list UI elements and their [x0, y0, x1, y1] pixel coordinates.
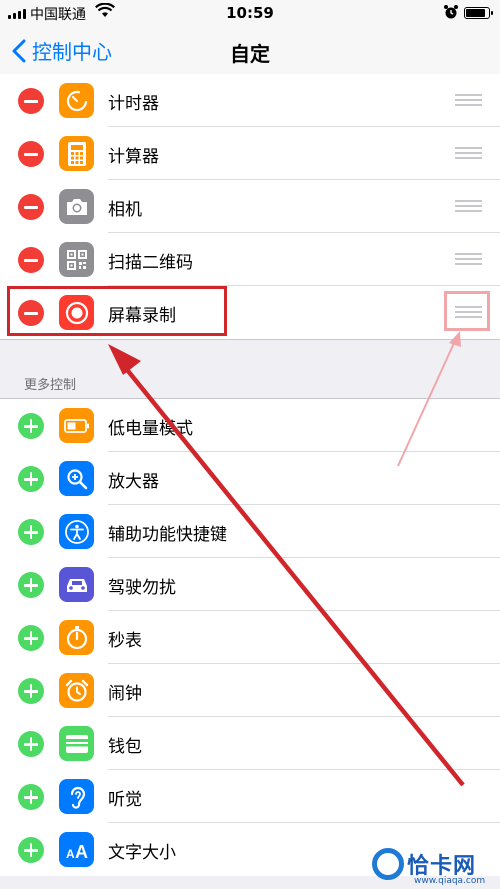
- section-header-more-controls: 更多控制: [24, 378, 77, 393]
- add-stopwatch-button[interactable]: [18, 625, 44, 651]
- control-label: 相机: [108, 200, 142, 220]
- magnifier-icon: [59, 461, 94, 496]
- control-row-low-power: 低电量模式: [0, 399, 500, 452]
- add-low-power-button[interactable]: [18, 413, 44, 439]
- control-row-camera: 相机: [0, 180, 500, 233]
- add-accessibility-shortcut-button[interactable]: [18, 519, 44, 545]
- control-row-alarm: 闹钟: [0, 664, 500, 717]
- wallet-icon: [59, 726, 94, 761]
- status-bar: 中国联通 10:59: [0, 0, 500, 26]
- control-label: 辅助功能快捷键: [108, 525, 227, 545]
- section-divider: [0, 339, 500, 340]
- control-row-wallet: 钱包: [0, 717, 500, 770]
- battery-icon: [464, 7, 493, 19]
- control-label: 计时器: [108, 94, 159, 114]
- calculator-icon: [59, 136, 94, 171]
- ear-icon: [59, 779, 94, 814]
- add-do-not-disturb-driving-button[interactable]: [18, 572, 44, 598]
- highlight-box-reorder-handle: [444, 291, 490, 331]
- text-size-icon: AA: [59, 832, 94, 867]
- svg-text:A: A: [66, 847, 75, 861]
- control-row-do-not-disturb-driving: 驾驶勿扰: [0, 558, 500, 611]
- control-row-accessibility-shortcut: 辅助功能快捷键: [0, 505, 500, 558]
- control-row-stopwatch: 秒表: [0, 611, 500, 664]
- reorder-handle[interactable]: [455, 94, 482, 107]
- control-label: 秒表: [108, 631, 142, 651]
- control-label: 计算器: [108, 147, 159, 167]
- remove-calculator-button[interactable]: [18, 141, 44, 167]
- control-label: 放大器: [108, 472, 159, 492]
- more-controls-list: 低电量模式 放大器 辅助功能快捷键 驾驶勿扰 秒表 闹钟 钱包 听觉 A A 文…: [0, 399, 500, 876]
- accessibility-icon: [59, 514, 94, 549]
- car-icon: [59, 567, 94, 602]
- control-label: 低电量模式: [108, 419, 193, 439]
- remove-timer-button[interactable]: [18, 88, 44, 114]
- remove-camera-button[interactable]: [18, 194, 44, 220]
- camera-icon: [59, 189, 94, 224]
- alarm-clock-icon: [59, 673, 94, 708]
- control-label: 文字大小: [108, 843, 176, 863]
- control-label: 钱包: [108, 737, 142, 757]
- reorder-handle[interactable]: [455, 200, 482, 213]
- control-label: 闹钟: [108, 684, 142, 704]
- add-text-size-button[interactable]: [18, 837, 44, 863]
- add-wallet-button[interactable]: [18, 731, 44, 757]
- control-label: 听觉: [108, 790, 142, 810]
- stopwatch-icon: [59, 620, 94, 655]
- navigation-bar: 控制中心 自定: [0, 26, 500, 78]
- add-alarm-button[interactable]: [18, 678, 44, 704]
- watermark-logo: 恰卡网 www.qiaqa.com: [372, 848, 485, 886]
- control-row-magnifier: 放大器: [0, 452, 500, 505]
- alarm-status-icon: [443, 4, 459, 24]
- remove-qr-scanner-button[interactable]: [18, 247, 44, 273]
- status-time: 10:59: [226, 4, 274, 22]
- reorder-handle[interactable]: [455, 147, 482, 160]
- highlight-box-screen-recording: [7, 286, 227, 336]
- control-label: 驾驶勿扰: [108, 578, 176, 598]
- page-title: 自定: [230, 42, 270, 66]
- control-row-qr-scanner: 扫描二维码: [0, 233, 500, 286]
- svg-text:A: A: [75, 842, 88, 861]
- low-power-icon: [59, 408, 94, 443]
- reorder-handle[interactable]: [455, 253, 482, 266]
- control-row-hearing: 听觉: [0, 770, 500, 823]
- qr-code-icon: [59, 242, 94, 277]
- control-row-timer: 计时器: [0, 74, 500, 127]
- watermark-url: www.qiaqa.com: [414, 876, 486, 886]
- control-row-calculator: 计算器: [0, 127, 500, 180]
- control-label: 扫描二维码: [108, 253, 193, 273]
- timer-icon: [59, 83, 94, 118]
- add-hearing-button[interactable]: [18, 784, 44, 810]
- watermark-logo-icon: [372, 848, 404, 880]
- add-magnifier-button[interactable]: [18, 466, 44, 492]
